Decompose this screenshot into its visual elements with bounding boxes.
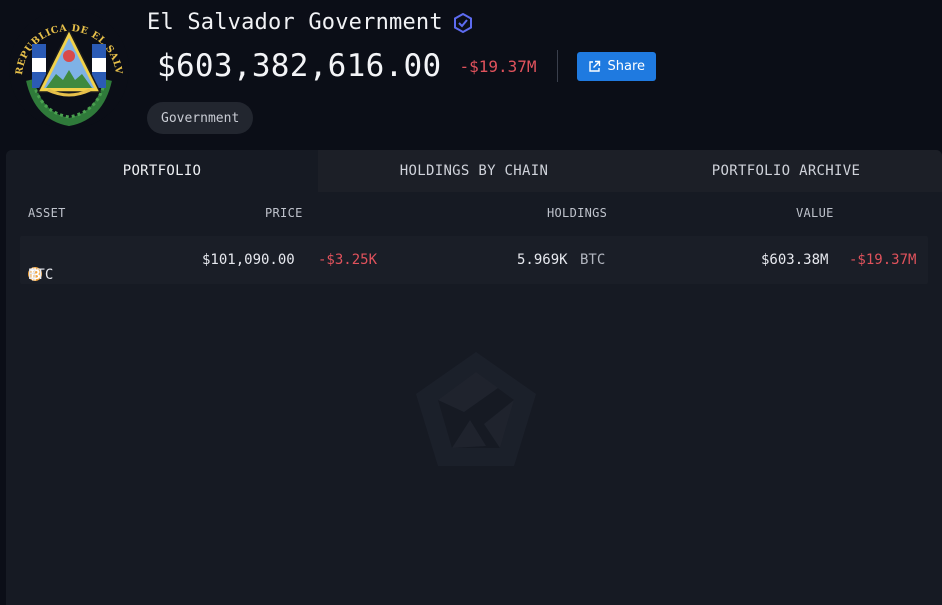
entity-name: El Salvador Government	[147, 10, 443, 35]
header-holdings[interactable]: HOLDINGS	[547, 206, 607, 220]
balance-change: -$19.37M	[459, 56, 537, 76]
entity-title: El Salvador Government	[147, 10, 473, 35]
external-link-icon	[588, 60, 601, 73]
holdings-table: ASSET PRICE HOLDINGS VALUE ₿ BTC $101,09…	[6, 192, 942, 284]
header-value[interactable]: VALUE	[796, 206, 834, 220]
tab-portfolio[interactable]: PORTFOLIO	[6, 150, 318, 192]
portfolio-card: PORTFOLIO HOLDINGS BY CHAIN PORTFOLIO AR…	[6, 150, 942, 605]
tab-holdings-by-chain[interactable]: HOLDINGS BY CHAIN	[318, 150, 630, 192]
table-header: ASSET PRICE HOLDINGS VALUE	[20, 192, 928, 236]
price-cell: $101,090.00	[202, 252, 295, 268]
tab-bar: PORTFOLIO HOLDINGS BY CHAIN PORTFOLIO AR…	[6, 150, 942, 192]
total-balance: $603,382,616.00	[157, 48, 442, 84]
holdings-unit: BTC	[580, 252, 606, 268]
entity-page: REPUBLICA DE EL SALVADOR EN LA AMERICA C…	[0, 0, 942, 605]
el-salvador-seal-icon: REPUBLICA DE EL SALVADOR EN LA AMERICA C…	[8, 8, 129, 129]
tab-portfolio-archive[interactable]: PORTFOLIO ARCHIVE	[630, 150, 942, 192]
share-label: Share	[607, 58, 646, 74]
verified-badge-icon	[453, 12, 473, 33]
entity-tag[interactable]: Government	[147, 102, 254, 134]
arkham-logo-icon	[416, 352, 536, 466]
holdings-cell: 5.969K	[517, 252, 568, 268]
value-cell: $603.38M	[761, 252, 829, 268]
table-row[interactable]: ₿ BTC $101,090.00 -$3.25K 5.969K BTC $60…	[20, 236, 928, 284]
divider	[556, 50, 558, 82]
header-asset[interactable]: ASSET	[28, 206, 66, 220]
header-price[interactable]: PRICE	[265, 206, 303, 220]
price-change-cell: -$3.25K	[318, 252, 378, 268]
asset-symbol: BTC	[28, 267, 54, 283]
value-change-cell: -$19.37M	[849, 252, 917, 268]
share-button[interactable]: Share	[576, 51, 657, 81]
balance-row: $603,382,616.00 -$19.37M Share	[157, 48, 657, 84]
